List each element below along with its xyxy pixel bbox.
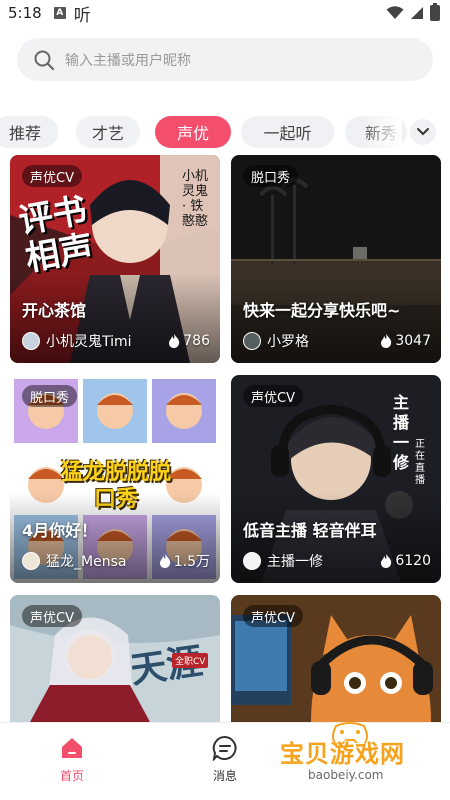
room-title: 开心茶馆 bbox=[22, 301, 87, 320]
avatar bbox=[22, 552, 40, 570]
cover-side-text: 主播一修 bbox=[393, 393, 410, 472]
card-footer: 猛龙_Mensa 1.5万 bbox=[22, 550, 210, 572]
signal-icon bbox=[411, 7, 423, 19]
tab-label: 声优 bbox=[176, 124, 209, 143]
status-icons bbox=[386, 3, 440, 21]
room-card[interactable]: 主播一修 正在直播 声优CV 低音主播 轻音伴耳 主播一修 6120 bbox=[231, 375, 441, 583]
heat-count: 786 bbox=[168, 333, 210, 349]
room-title: 快来一起分享快乐吧~ bbox=[243, 301, 401, 320]
tab-label: 一起听 bbox=[263, 124, 312, 143]
avatar bbox=[22, 332, 40, 350]
category-tag: 声优CV bbox=[243, 385, 303, 407]
nav-home[interactable]: 首页 bbox=[42, 735, 102, 784]
more-categories-button[interactable] bbox=[410, 119, 436, 145]
heat-value: 6120 bbox=[395, 553, 431, 569]
heat-count: 6120 bbox=[380, 553, 431, 569]
app-notification-icon: 听 bbox=[73, 5, 91, 26]
card-footer: 小机灵鬼Timi 786 bbox=[22, 330, 210, 352]
card-footer: 主播一修 6120 bbox=[243, 550, 431, 572]
tab-fade bbox=[362, 116, 402, 150]
search-placeholder: 输入主播或用户昵称 bbox=[65, 52, 191, 69]
category-tag: 声优CV bbox=[22, 605, 82, 627]
host-name: 主播一修 bbox=[267, 554, 323, 570]
category-tag: 脱口秀 bbox=[22, 385, 78, 407]
search-icon bbox=[34, 50, 55, 70]
home-icon bbox=[62, 738, 82, 758]
flame-icon bbox=[381, 554, 392, 568]
room-card[interactable]: 猛龙脱脱脱口秀 脱口秀 4月你好！ 猛龙_Mensa 1.5万 bbox=[10, 375, 220, 583]
tab-label: 推荐 bbox=[8, 124, 41, 143]
room-title: 低音主播 轻音伴耳 bbox=[243, 521, 377, 540]
host-name: 小机灵鬼Timi bbox=[46, 334, 132, 350]
host-name: 小罗格 bbox=[267, 334, 309, 350]
flame-icon bbox=[169, 334, 180, 348]
message-icon bbox=[212, 735, 237, 761]
watermark-url: baobeiy.com bbox=[308, 768, 384, 782]
site-watermark: 宝贝游戏网 baobeiy.com bbox=[276, 722, 426, 794]
avatar bbox=[243, 552, 261, 570]
avatar bbox=[243, 332, 261, 350]
flame-icon bbox=[381, 334, 392, 348]
flame-icon bbox=[159, 554, 170, 568]
status-bar: 5:18 A 听 bbox=[0, 0, 450, 26]
category-tabs: 推荐 才艺 声优 一起听 新秀 bbox=[0, 116, 450, 150]
chevron-down-icon bbox=[417, 128, 429, 136]
nav-label: 首页 bbox=[59, 769, 84, 783]
tab-label: 才艺 bbox=[91, 124, 124, 143]
category-tag: 声优CV bbox=[22, 165, 82, 187]
heat-count: 1.5万 bbox=[159, 551, 210, 571]
tab-listen-together[interactable]: 一起听 bbox=[241, 116, 334, 148]
watermark-text: 宝贝游戏网 bbox=[280, 740, 405, 768]
room-card[interactable]: 声优CV bbox=[231, 595, 441, 722]
status-time: 5:18 bbox=[8, 4, 42, 22]
heat-value: 3047 bbox=[395, 333, 431, 349]
category-tag: 脱口秀 bbox=[243, 165, 299, 187]
category-tag: 声优CV bbox=[243, 605, 303, 627]
heat-value: 786 bbox=[183, 333, 210, 349]
tab-voice-actor[interactable]: 声优 bbox=[155, 116, 231, 148]
room-card[interactable]: 天涯 全职CV 声优CV bbox=[10, 595, 220, 722]
tab-talent[interactable]: 才艺 bbox=[76, 116, 140, 148]
room-card[interactable]: 评书相声 小机灵鬼 · 铁憨憨 声优CV 开心茶馆 小机灵鬼Timi 786 bbox=[10, 155, 220, 363]
search-input[interactable]: 输入主播或用户昵称 bbox=[17, 38, 433, 81]
notification-app-icon: A bbox=[53, 7, 66, 19]
nav-messages[interactable]: 消息 bbox=[195, 735, 255, 784]
host-name: 猛龙_Mensa bbox=[46, 554, 127, 570]
cover-side-text: 小机灵鬼 · 铁憨憨 bbox=[182, 169, 209, 229]
battery-icon bbox=[430, 3, 440, 21]
wifi-icon bbox=[386, 6, 404, 19]
heat-value: 1.5万 bbox=[173, 554, 210, 570]
room-card[interactable]: 脱口秀 快来一起分享快乐吧~ 小罗格 3047 bbox=[231, 155, 441, 363]
room-title: 4月你好！ bbox=[22, 521, 98, 540]
nav-label: 消息 bbox=[212, 769, 237, 783]
tab-recommend[interactable]: 推荐 bbox=[0, 116, 58, 148]
heat-count: 3047 bbox=[380, 333, 431, 349]
cover-live-text: 正在直播 bbox=[415, 439, 425, 486]
cover-badge: 全职CV bbox=[172, 653, 209, 668]
card-footer: 小罗格 3047 bbox=[243, 330, 431, 352]
cover-art-text: 评书相声 bbox=[15, 190, 97, 280]
